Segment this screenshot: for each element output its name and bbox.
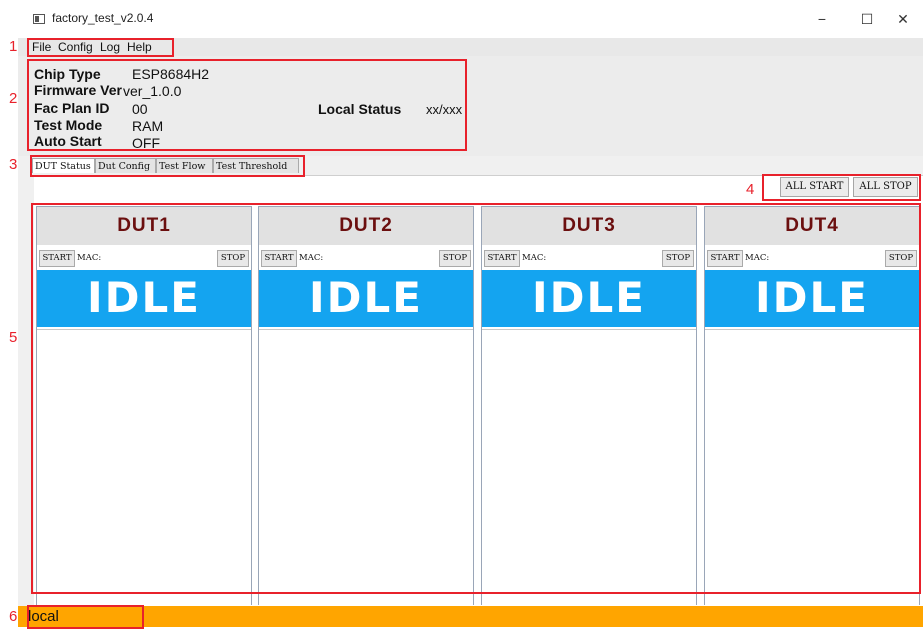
annotation-box-menu [27,38,174,57]
annotation-number-1: 1 [9,38,18,55]
maximize-button[interactable]: ☐ [852,8,882,30]
annotation-number-6: 6 [9,608,18,625]
annotation-number-4: 4 [746,181,755,198]
title-bar: factory_test_v2.0.4 − ☐ ✕ [18,0,923,38]
app-icon [33,14,45,24]
annotation-box-info [27,59,467,151]
annotation-number-3: 3 [9,156,18,173]
annotation-box-duts [31,203,921,594]
close-button[interactable]: ✕ [888,8,918,30]
annotation-number-5: 5 [9,329,18,346]
annotation-number-2: 2 [9,90,18,107]
minimize-button[interactable]: − [807,8,837,30]
window-title: factory_test_v2.0.4 [52,11,154,25]
annotation-box-tabs [30,155,305,177]
annotation-box-status [27,605,144,629]
annotation-box-controls [762,174,921,201]
status-bar: local [18,606,923,627]
